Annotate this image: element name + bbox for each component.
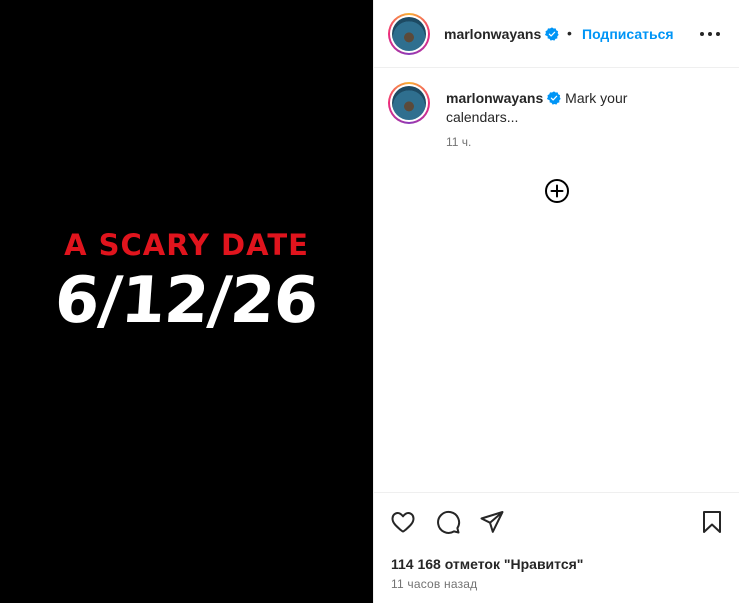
more-options-icon[interactable] (699, 24, 721, 44)
likes-count[interactable]: 114 168 отметок "Нравится" (391, 556, 583, 572)
header-username-label: marlonwayans (444, 26, 542, 42)
media-date-text: 6/12/26 (52, 263, 321, 338)
verified-badge-icon (545, 27, 559, 41)
post-media[interactable]: A SCARY DATE 6/12/26 (0, 0, 373, 603)
caption-username[interactable]: marlonwayans (446, 90, 543, 106)
header-separator: • (567, 25, 572, 41)
bookmark-icon[interactable] (699, 509, 725, 535)
verified-badge-icon (547, 91, 561, 105)
post-side-panel: marlonwayans • Подписаться marlonwayans … (373, 0, 739, 603)
caption-timestamp: 11 ч. (446, 135, 472, 149)
caption-avatar-image (392, 86, 426, 120)
share-icon[interactable] (479, 509, 505, 535)
post-header: marlonwayans • Подписаться (374, 0, 739, 68)
caption-body: marlonwayans Mark your calendars... (446, 89, 686, 127)
caption-avatar[interactable] (388, 82, 430, 124)
heart-icon[interactable] (390, 509, 416, 535)
comment-icon[interactable] (435, 509, 461, 535)
avatar-image (392, 17, 426, 51)
add-comment-icon[interactable] (544, 178, 570, 204)
header-username[interactable]: marlonwayans (444, 26, 559, 42)
avatar[interactable] (388, 13, 430, 55)
post-timestamp: 11 часов назад (391, 577, 478, 591)
follow-button[interactable]: Подписаться (582, 26, 674, 42)
media-title-text: A SCARY DATE (64, 227, 309, 262)
post-actions-bar: 114 168 отметок "Нравится" 11 часов наза… (374, 492, 739, 603)
